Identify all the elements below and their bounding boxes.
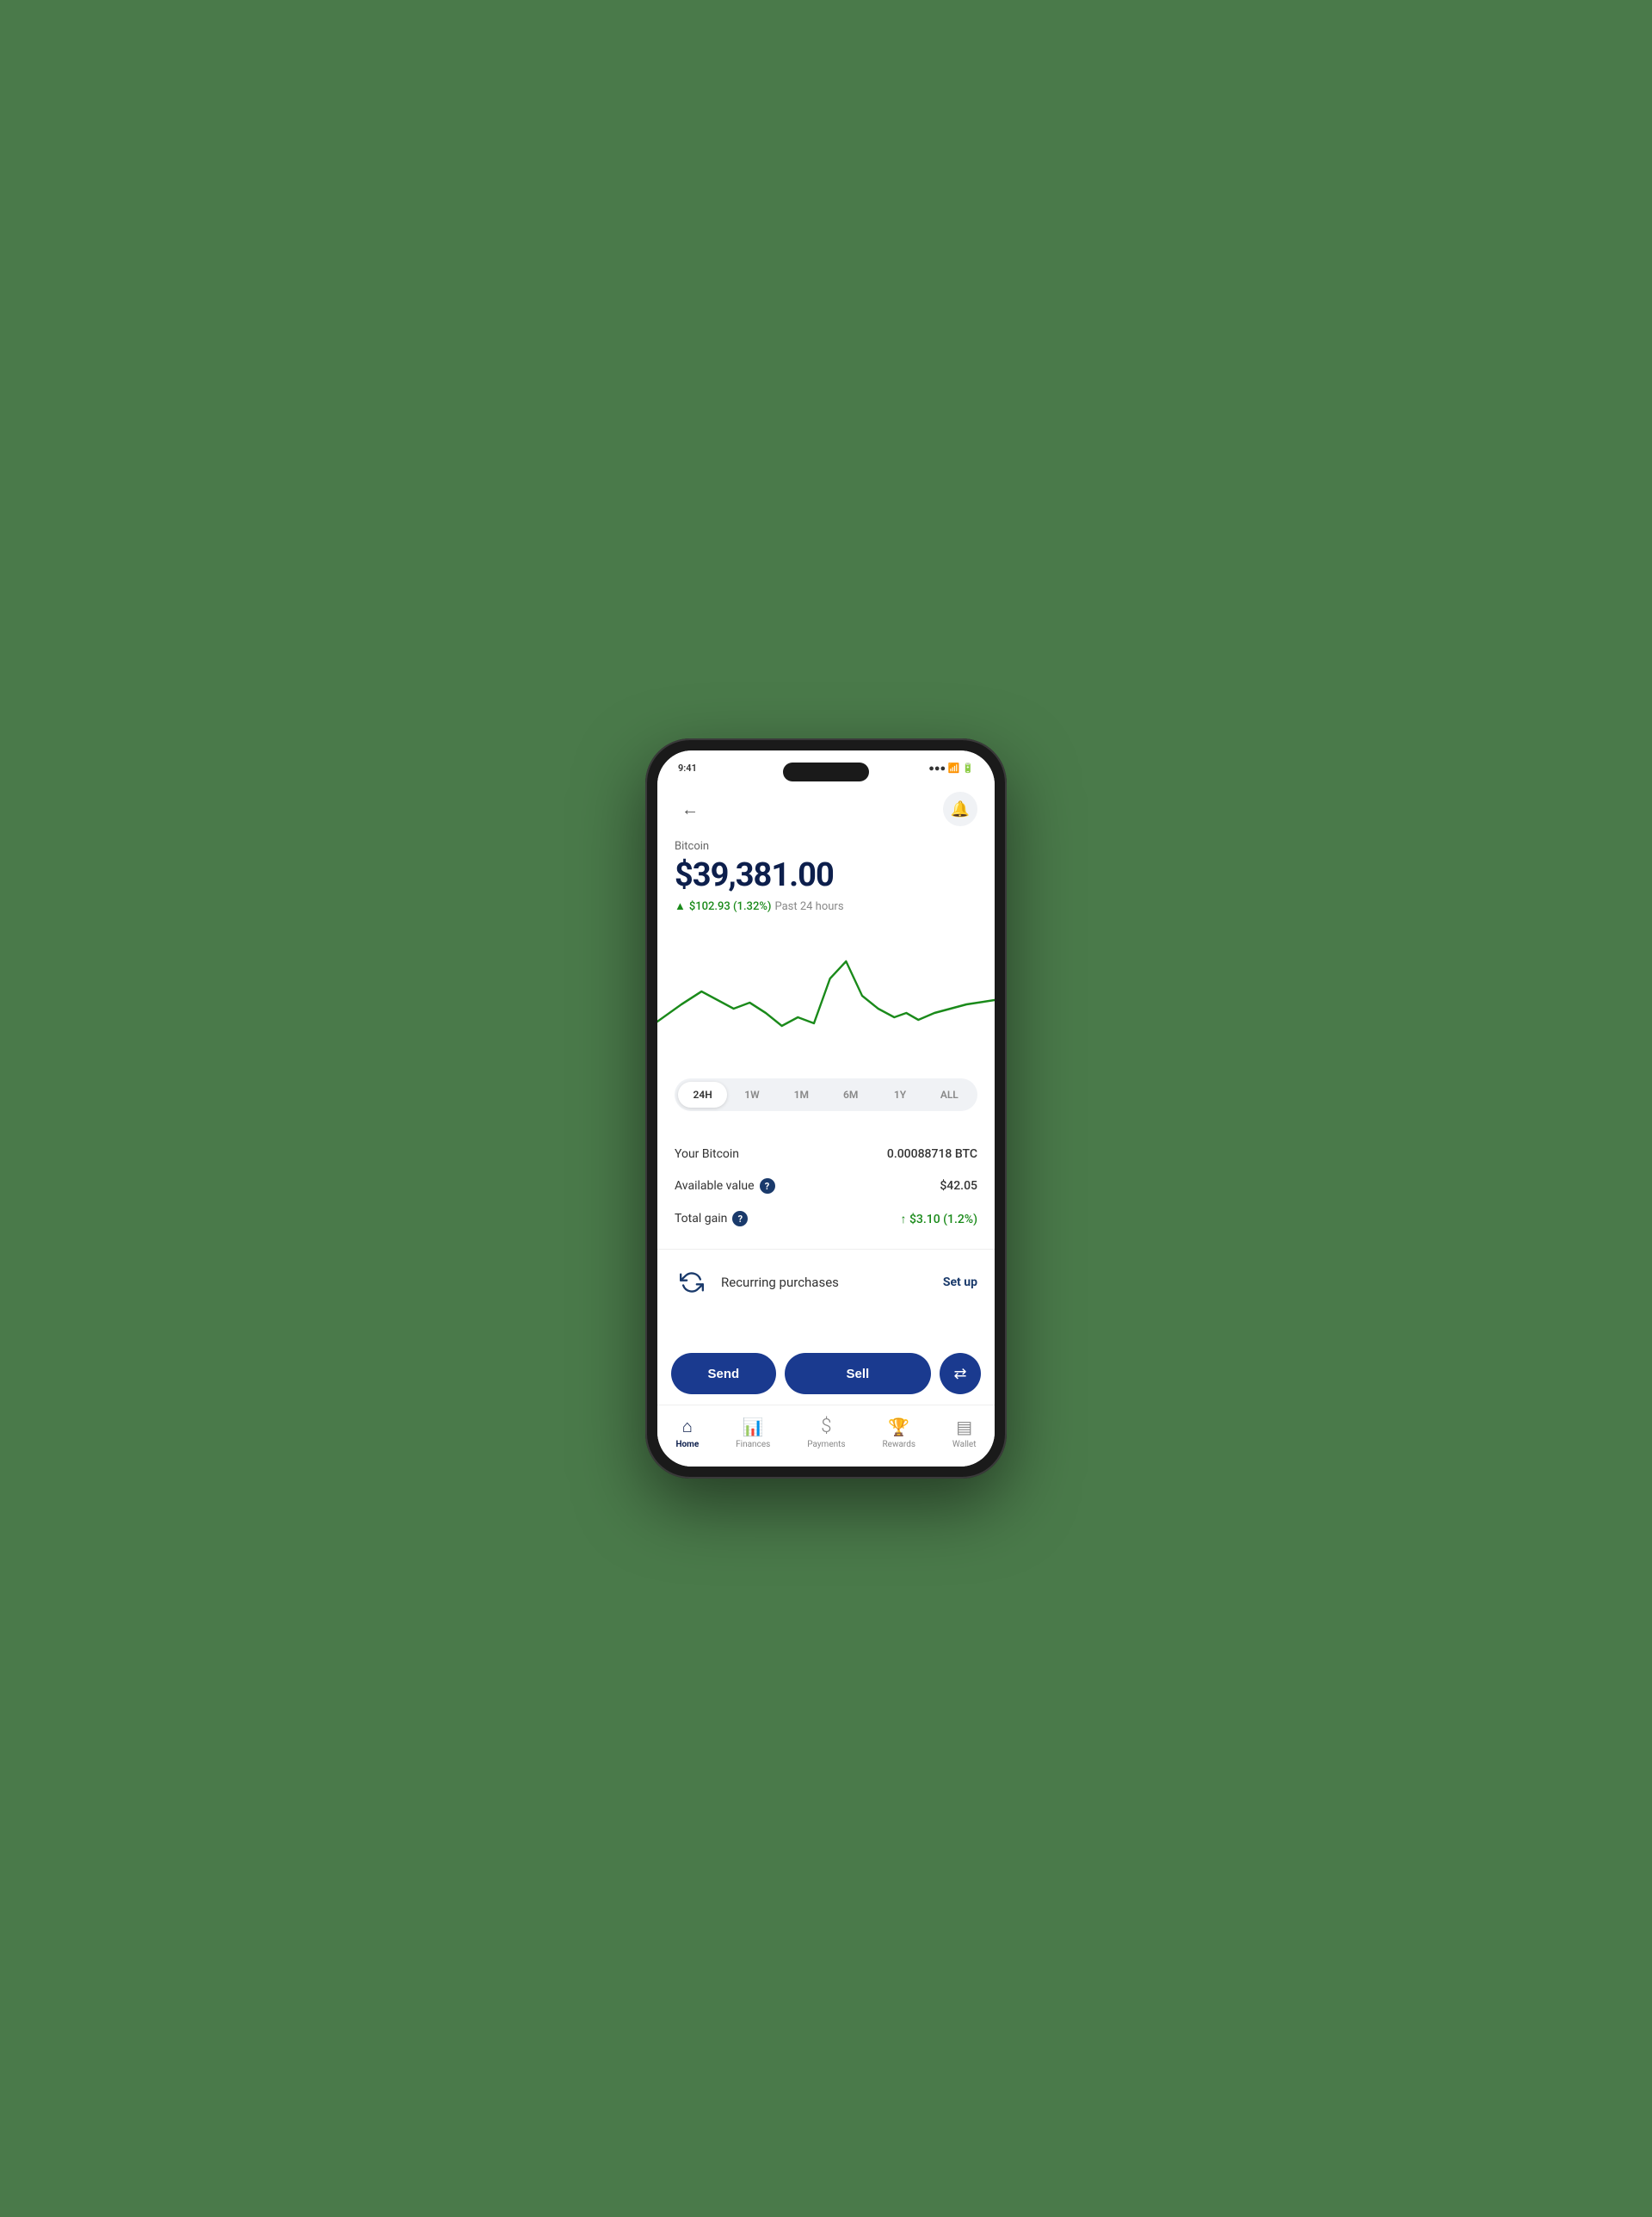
swap-button[interactable]: ⇄	[940, 1353, 981, 1394]
send-button[interactable]: Send	[671, 1353, 776, 1394]
total-gain-row: Total gain ? ↑ $3.10 (1.2%)	[675, 1202, 977, 1235]
main-content: Bitcoin $39,381.00 ▲ $102.93 (1.32%) Pas…	[657, 833, 995, 1343]
price-chart	[657, 927, 995, 1065]
up-arrow-icon: ▲	[675, 899, 686, 913]
price-change-amount: $102.93 (1.32%)	[689, 900, 772, 913]
recurring-label: Recurring purchases	[721, 1275, 931, 1290]
time-filter-1m[interactable]: 1M	[777, 1082, 826, 1108]
finances-icon: 📊	[743, 1417, 764, 1437]
stats-section: Your Bitcoin 0.00088718 BTC Available va…	[657, 1125, 995, 1249]
back-arrow-icon: ←	[681, 799, 699, 820]
available-value-help-icon[interactable]: ?	[760, 1178, 775, 1194]
bottom-nav: ⌂ Home 📊 Finances $ Payments 🏆 Rewards ▤…	[657, 1405, 995, 1467]
rewards-icon: 🏆	[888, 1417, 909, 1437]
available-value: $42.05	[940, 1179, 977, 1193]
total-gain-value: ↑ $3.10 (1.2%)	[900, 1212, 977, 1226]
phone-screen: 9:41 ●●● 📶 🔋 ← 🔔 Bitcoin $39,381.00 ▲ $1…	[657, 750, 995, 1467]
crypto-price: $39,381.00	[675, 856, 977, 894]
your-bitcoin-row: Your Bitcoin 0.00088718 BTC	[675, 1139, 977, 1170]
bottom-actions: Send Sell ⇄	[657, 1343, 995, 1405]
price-change-period: Past 24 hours	[774, 900, 843, 913]
swap-icon: ⇄	[953, 1365, 966, 1383]
time-filter-all[interactable]: ALL	[925, 1082, 974, 1108]
available-value-row: Available value ? $42.05	[675, 1170, 977, 1202]
header: ← 🔔	[657, 785, 995, 833]
nav-item-rewards[interactable]: 🏆 Rewards	[872, 1413, 927, 1453]
nav-item-finances[interactable]: 📊 Finances	[725, 1413, 780, 1453]
nav-label-finances: Finances	[736, 1440, 770, 1449]
time-filter-24h[interactable]: 24H	[678, 1082, 727, 1108]
back-button[interactable]: ←	[675, 794, 706, 824]
time-filter-1y[interactable]: 1Y	[875, 1082, 924, 1108]
recurring-icon	[675, 1265, 709, 1300]
price-change-row: ▲ $102.93 (1.32%) Past 24 hours	[675, 899, 977, 913]
sell-button[interactable]: Sell	[785, 1353, 931, 1394]
time-filter-bar: 24H 1W 1M 6M 1Y ALL	[675, 1078, 977, 1111]
home-icon: ⌂	[682, 1416, 693, 1437]
recurring-section: Recurring purchases Set up	[657, 1250, 995, 1315]
chart-svg	[657, 927, 995, 1065]
your-bitcoin-label: Your Bitcoin	[675, 1147, 739, 1161]
nav-label-wallet: Wallet	[952, 1440, 977, 1449]
nav-item-wallet[interactable]: ▤ Wallet	[942, 1413, 987, 1453]
nav-label-rewards: Rewards	[883, 1440, 916, 1449]
nav-item-payments[interactable]: $ Payments	[797, 1412, 855, 1453]
price-section: Bitcoin $39,381.00 ▲ $102.93 (1.32%) Pas…	[657, 833, 995, 927]
nav-item-home[interactable]: ⌂ Home	[665, 1412, 709, 1453]
phone-frame: 9:41 ●●● 📶 🔋 ← 🔔 Bitcoin $39,381.00 ▲ $1…	[645, 738, 1007, 1479]
wallet-icon: ▤	[956, 1417, 972, 1437]
crypto-name: Bitcoin	[675, 840, 977, 853]
nav-label-home: Home	[675, 1440, 699, 1449]
nav-label-payments: Payments	[807, 1440, 845, 1449]
time-filter-1w[interactable]: 1W	[727, 1082, 776, 1108]
bell-icon: 🔔	[951, 800, 970, 818]
payments-icon: $	[821, 1416, 831, 1437]
notch	[783, 763, 869, 781]
your-bitcoin-value: 0.00088718 BTC	[887, 1147, 977, 1161]
total-gain-help-icon[interactable]: ?	[732, 1211, 748, 1226]
time-filter-6m[interactable]: 6M	[826, 1082, 875, 1108]
setup-link[interactable]: Set up	[943, 1275, 977, 1289]
available-value-label: Available value ?	[675, 1178, 775, 1194]
notification-button[interactable]: 🔔	[943, 792, 977, 826]
total-gain-label: Total gain ?	[675, 1211, 748, 1226]
status-bar: 9:41 ●●● 📶 🔋	[657, 750, 995, 785]
